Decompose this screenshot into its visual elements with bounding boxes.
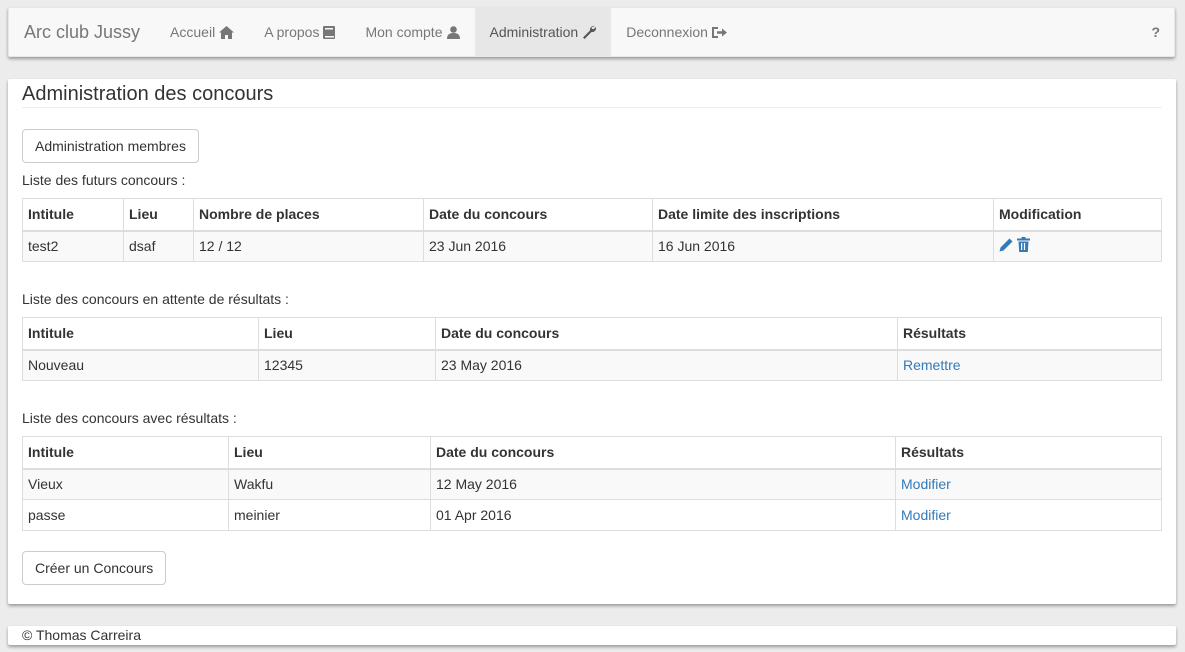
user-icon <box>446 25 460 39</box>
future-contests-table: Intitule Lieu Nombre de places Date du c… <box>22 198 1162 262</box>
column-header: Lieu <box>228 436 431 470</box>
book-icon <box>323 25 336 39</box>
nav-mon-compte-label: Mon compte <box>365 24 443 40</box>
nav-accueil-label: Accueil <box>170 24 216 40</box>
pending-contests-label: Liste des concours en attente de résulta… <box>22 291 289 307</box>
nav-a-propos[interactable]: A propos <box>249 8 350 56</box>
nav-mon-compte[interactable]: Mon compte <box>350 8 474 56</box>
column-header: Résultats <box>895 436 1162 470</box>
cell-lieu: dsaf <box>123 230 194 262</box>
help-button[interactable]: ? <box>1137 8 1174 56</box>
create-contest-button[interactable]: Créer un Concours <box>22 551 167 585</box>
column-header: Résultats <box>897 317 1162 351</box>
column-header: Intitule <box>22 198 124 232</box>
table-row: Vieux Wakfu 12 May 2016 Modifier <box>22 468 1162 500</box>
logout-icon <box>711 26 727 39</box>
column-header: Modification <box>993 198 1162 232</box>
brand-link[interactable]: Arc club Jussy <box>9 8 155 56</box>
column-header: Date du concours <box>423 198 653 232</box>
admin-members-button[interactable]: Administration membres <box>22 129 199 163</box>
cell-date: 01 Apr 2016 <box>430 499 896 531</box>
cell-lieu: meinier <box>228 499 431 531</box>
copyright-text: © Thomas Carreira <box>22 627 141 643</box>
cell-date: 12 May 2016 <box>430 468 896 500</box>
wrench-icon <box>582 25 597 39</box>
cell-intitule: test2 <box>22 230 124 262</box>
future-contests-label: Liste des futurs concours : <box>22 172 186 188</box>
column-header: Intitule <box>22 436 229 470</box>
home-icon <box>219 25 235 39</box>
results-contests-label: Liste des concours avec résultats : <box>22 410 237 426</box>
column-header: Date du concours <box>430 436 896 470</box>
column-header: Lieu <box>258 317 436 351</box>
results-contests-table: Intitule Lieu Date du concours Résultats… <box>22 436 1162 531</box>
cell-modification <box>993 230 1162 262</box>
column-header: Date limite des inscriptions <box>652 198 994 232</box>
table-row: Nouveau 12345 23 May 2016 Remettre <box>22 349 1162 381</box>
nav-administration[interactable]: Administration <box>474 8 612 56</box>
cell-resultats: Remettre <box>897 349 1162 381</box>
modifier-link[interactable]: Modifier <box>901 476 951 492</box>
cell-resultats: Modifier <box>895 499 1162 531</box>
footer: © Thomas Carreira <box>8 626 1176 645</box>
cell-intitule: Vieux <box>22 468 229 500</box>
cell-lieu: Wakfu <box>228 468 431 500</box>
nav-administration-label: Administration <box>489 24 579 40</box>
cell-date: 23 May 2016 <box>435 349 898 381</box>
nav-accueil[interactable]: Accueil <box>155 8 249 56</box>
table-row: test2 dsaf 12 / 12 23 Jun 2016 16 Jun 20… <box>22 230 1162 262</box>
page-title: Administration des concours <box>22 79 1162 108</box>
modifier-link[interactable]: Modifier <box>901 507 951 523</box>
trash-icon[interactable] <box>1017 237 1030 255</box>
nav-a-propos-label: A propos <box>264 24 320 40</box>
main-panel: Administration des concours Administrati… <box>8 79 1176 604</box>
cell-date-limite: 16 Jun 2016 <box>652 230 994 262</box>
column-header: Date du concours <box>435 317 898 351</box>
top-navbar: Arc club Jussy Accueil A propos Mon comp… <box>8 7 1175 57</box>
nav-deconnexion-label: Deconnexion <box>626 24 708 40</box>
cell-intitule: passe <box>22 499 229 531</box>
table-row: passe meinier 01 Apr 2016 Modifier <box>22 499 1162 531</box>
column-header: Intitule <box>22 317 259 351</box>
remettre-link[interactable]: Remettre <box>903 357 961 373</box>
column-header: Lieu <box>123 198 194 232</box>
cell-date: 23 Jun 2016 <box>423 230 653 262</box>
cell-resultats: Modifier <box>895 468 1162 500</box>
cell-intitule: Nouveau <box>22 349 259 381</box>
nav-deconnexion[interactable]: Deconnexion <box>611 8 742 56</box>
cell-places: 12 / 12 <box>193 230 424 262</box>
column-header: Nombre de places <box>193 198 424 232</box>
pending-contests-table: Intitule Lieu Date du concours Résultats… <box>22 317 1162 381</box>
cell-lieu: 12345 <box>258 349 436 381</box>
edit-pencil-icon[interactable] <box>999 238 1013 255</box>
